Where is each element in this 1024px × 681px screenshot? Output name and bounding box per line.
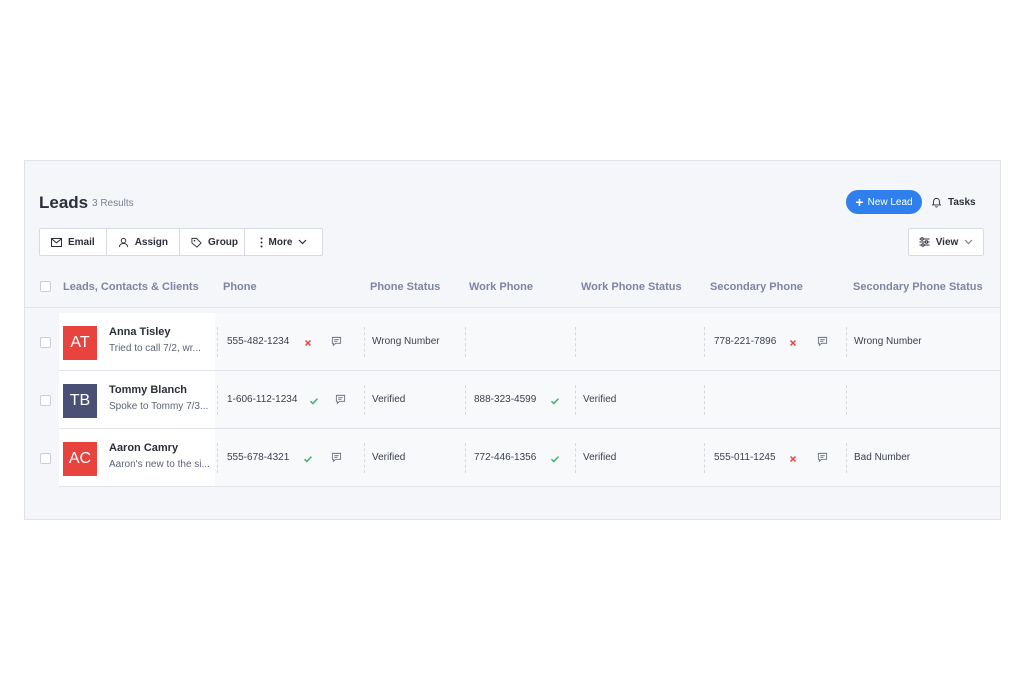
secondary-phone-number[interactable]: 778-221-7896 <box>714 336 776 347</box>
tasks-label: Tasks <box>948 196 976 208</box>
more-label: More <box>268 236 293 248</box>
select-all-checkbox[interactable] <box>40 281 51 292</box>
message-icon[interactable] <box>817 336 828 347</box>
column-separator <box>364 327 365 357</box>
lead-cell[interactable]: TB Tommy Blanch Spoke to Tommy 7/3... <box>59 371 215 428</box>
assign-label: Assign <box>134 236 169 248</box>
lead-cell[interactable]: AT Anna Tisley Tried to call 7/2, wr... <box>59 313 215 370</box>
check-icon <box>550 396 560 406</box>
column-separator <box>465 385 466 415</box>
lead-cell[interactable]: AC Aaron Camry Aaron's new to the si... <box>59 429 215 486</box>
message-icon[interactable] <box>331 336 342 347</box>
phone-number[interactable]: 555-678-4321 <box>227 452 289 463</box>
check-icon <box>550 454 560 464</box>
column-separator <box>575 443 576 473</box>
x-icon <box>788 454 798 464</box>
message-icon[interactable] <box>335 394 346 405</box>
group-button[interactable]: Group <box>180 229 249 255</box>
phone-status: Verified <box>372 394 406 405</box>
secondary-phone-status: Bad Number <box>854 452 911 463</box>
column-separator <box>846 443 847 473</box>
message-icon[interactable] <box>817 452 828 463</box>
work-phone-number[interactable]: 772-446-1356 <box>474 452 536 463</box>
group-label: Group <box>208 236 239 248</box>
column-separator <box>846 385 847 415</box>
phone-status: Wrong Number <box>372 336 440 347</box>
avatar: AT <box>63 326 97 360</box>
avatar: TB <box>63 384 97 418</box>
chevron-down-icon <box>964 239 973 245</box>
new-lead-button[interactable]: + New Lead <box>846 190 922 214</box>
x-icon <box>788 338 798 348</box>
sliders-icon <box>919 237 930 247</box>
column-header-phone[interactable]: Phone <box>223 281 257 293</box>
email-button[interactable]: Email <box>40 229 107 255</box>
column-header-secondary-phone-status[interactable]: Secondary Phone Status <box>853 281 983 293</box>
column-header-leads[interactable]: Leads, Contacts & Clients <box>63 281 199 293</box>
user-icon <box>118 237 129 248</box>
check-icon <box>309 396 319 406</box>
column-separator <box>364 443 365 473</box>
table-row[interactable]: TB Tommy Blanch Spoke to Tommy 7/3... 1-606… <box>59 371 1000 429</box>
phone-number[interactable]: 555-482-1234 <box>227 336 289 347</box>
work-phone-status: Verified <box>583 394 617 405</box>
lead-name[interactable]: Tommy Blanch <box>109 384 187 396</box>
lead-name[interactable]: Anna Tisley <box>109 326 171 338</box>
message-icon[interactable] <box>331 452 342 463</box>
phone-status: Verified <box>372 452 406 463</box>
column-header-phone-status[interactable]: Phone Status <box>370 281 440 293</box>
column-separator <box>465 327 466 357</box>
secondary-phone-number[interactable]: 555-011-1245 <box>714 452 776 463</box>
page-title: Leads <box>39 193 89 212</box>
tag-icon <box>191 237 202 248</box>
column-separator <box>217 327 218 357</box>
row-checkbox[interactable] <box>40 395 51 406</box>
secondary-phone-status: Wrong Number <box>854 336 922 347</box>
column-separator <box>575 385 576 415</box>
column-separator <box>217 443 218 473</box>
header-divider <box>25 307 1000 308</box>
column-header-work-phone[interactable]: Work Phone <box>469 281 533 293</box>
kebab-icon <box>260 237 263 248</box>
column-separator <box>704 327 705 357</box>
view-button[interactable]: View <box>908 228 984 256</box>
plus-icon: + <box>855 194 864 210</box>
new-lead-label: New Lead <box>867 196 913 208</box>
lead-name[interactable]: Aaron Camry <box>109 442 178 454</box>
bulk-actions-group: Email Assign Group <box>39 228 251 256</box>
column-header-secondary-phone[interactable]: Secondary Phone <box>710 281 803 293</box>
more-button[interactable]: More <box>244 228 323 256</box>
column-separator <box>704 443 705 473</box>
results-count: 3 Results <box>92 198 134 209</box>
column-separator <box>575 327 576 357</box>
check-icon <box>303 454 313 464</box>
view-label: View <box>935 236 959 248</box>
avatar: AC <box>63 442 97 476</box>
column-separator <box>704 385 705 415</box>
email-label: Email <box>68 236 95 248</box>
table-row[interactable]: AC Aaron Camry Aaron's new to the si... 555… <box>59 429 1000 487</box>
column-separator <box>217 385 218 415</box>
tasks-button[interactable]: Tasks <box>931 193 976 211</box>
lead-note: Tried to call 7/2, wr... <box>109 343 201 354</box>
leads-panel: Leads 3 Results + New Lead Tasks Email A… <box>24 160 1001 520</box>
row-checkbox[interactable] <box>40 337 51 348</box>
table-row[interactable]: AT Anna Tisley Tried to call 7/2, wr... 555… <box>59 313 1000 371</box>
row-checkbox[interactable] <box>40 453 51 464</box>
work-phone-number[interactable]: 888-323-4599 <box>474 394 536 405</box>
envelope-icon <box>51 237 62 247</box>
column-separator <box>846 327 847 357</box>
column-header-work-phone-status[interactable]: Work Phone Status <box>581 281 682 293</box>
phone-number[interactable]: 1-606-112-1234 <box>227 394 297 405</box>
column-separator <box>364 385 365 415</box>
lead-note: Aaron's new to the si... <box>109 459 210 470</box>
lead-note: Spoke to Tommy 7/3... <box>109 401 209 412</box>
work-phone-status: Verified <box>583 452 617 463</box>
x-icon <box>303 338 313 348</box>
bell-icon <box>931 197 942 208</box>
assign-button[interactable]: Assign <box>107 229 181 255</box>
chevron-down-icon <box>298 239 307 245</box>
column-separator <box>465 443 466 473</box>
